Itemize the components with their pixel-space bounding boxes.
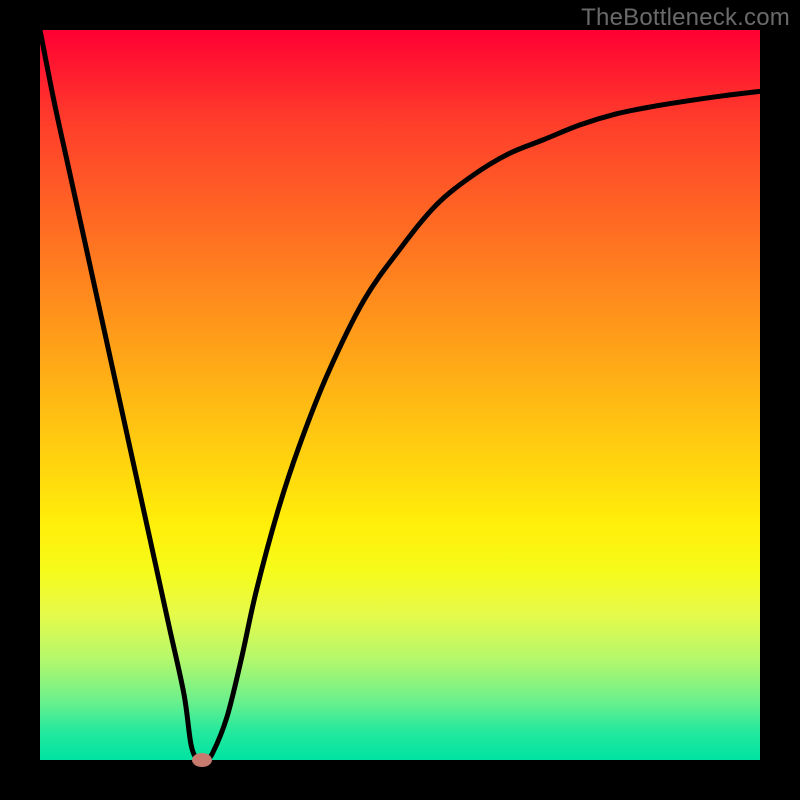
chart-frame: TheBottleneck.com bbox=[0, 0, 800, 800]
bottleneck-curve-path bbox=[40, 30, 760, 760]
watermark-text: TheBottleneck.com bbox=[581, 4, 790, 32]
curve-layer bbox=[40, 30, 760, 760]
optimum-marker bbox=[192, 753, 212, 767]
plot-area bbox=[40, 30, 760, 760]
